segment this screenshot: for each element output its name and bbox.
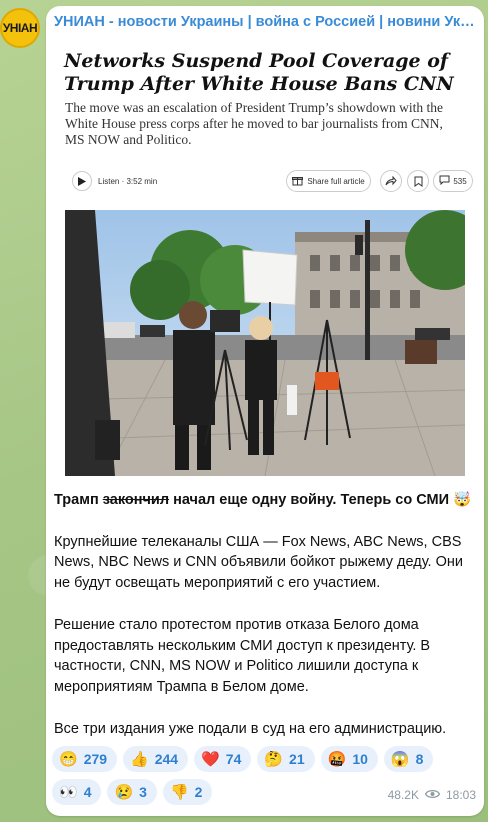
reaction-count: 74	[225, 751, 242, 767]
bookmark-icon	[407, 170, 429, 192]
thumbs-down-emoji: 👎	[169, 784, 189, 801]
reaction-count: 4	[83, 784, 92, 800]
article-photo	[65, 210, 465, 476]
heart-emoji: ❤️	[201, 751, 220, 768]
reaction-thumbs-up[interactable]: 👍 244	[123, 746, 189, 772]
crying-emoji: 😢	[114, 784, 134, 801]
reaction-heart[interactable]: ❤️ 74	[194, 746, 252, 772]
gift-icon	[292, 175, 304, 188]
reaction-thinking[interactable]: 🤔 21	[257, 746, 315, 772]
grin-emoji: 😁	[59, 751, 78, 768]
thinking-emoji: 🤔	[264, 751, 284, 768]
post-paragraph-1: Крупнейшие телеканалы США — Fox News, AB…	[54, 533, 463, 592]
comment-icon	[439, 175, 450, 187]
reaction-grin[interactable]: 😁 279	[52, 746, 118, 772]
article-screenshot[interactable]: Networks Suspend Pool Coverage of Trump …	[54, 40, 476, 482]
listen-button: Listen · 3:52 min	[72, 171, 157, 191]
channel-avatar[interactable]: УНІАН	[0, 8, 40, 48]
eye-icon	[424, 788, 441, 802]
reaction-count: 2	[194, 784, 203, 800]
share-article-button: Share full article	[286, 170, 371, 192]
comments-count: 535	[453, 176, 467, 186]
lead-before: Трамп	[54, 492, 103, 508]
article-dek: The move was an escalation of President …	[65, 100, 443, 147]
swearing-emoji: 🤬	[327, 751, 347, 768]
reaction-count: 279	[83, 751, 108, 767]
post-text: Трамп закончил начал еще одну войну. Теп…	[54, 490, 476, 760]
views-count: 48.2K	[387, 788, 419, 802]
reaction-thumbs-down[interactable]: 👎 2	[162, 779, 213, 805]
share-article-label: Share full article	[307, 176, 365, 186]
reaction-swearing[interactable]: 🤬 10	[320, 746, 378, 772]
reaction-eyes[interactable]: 👀 4	[52, 779, 102, 805]
mind-blown-emoji: 🤯	[453, 492, 472, 508]
message-time: 18:03	[445, 788, 476, 802]
listen-label: Listen · 3:52 min	[98, 176, 158, 186]
post-paragraph-3: Все три издания уже подали в суд на его …	[54, 720, 447, 737]
reaction-count: 10	[352, 751, 368, 767]
thumbs-up-emoji: 👍	[130, 751, 149, 768]
lead-struck: закончил	[102, 492, 170, 508]
message-meta: 48.2K 18:03	[388, 788, 476, 802]
article-toolbar: Listen · 3:52 min Share full article 535	[65, 167, 475, 195]
reaction-count: 21	[289, 751, 305, 767]
reaction-count: 3	[139, 784, 147, 800]
play-icon	[72, 171, 92, 191]
reaction-scream[interactable]: 😱 8	[383, 746, 434, 772]
post-lead: Трамп закончил начал еще одну войну. Теп…	[54, 490, 476, 511]
eyes-emoji: 👀	[59, 784, 78, 801]
scream-emoji: 😱	[390, 751, 410, 768]
lead-after: начал еще одну войну. Теперь со СМИ	[169, 492, 450, 508]
article-headline: Networks Suspend Pool Coverage of Trump …	[64, 50, 454, 95]
reaction-crying[interactable]: 😢 3	[107, 779, 157, 805]
share-arrow-icon	[380, 170, 402, 192]
reaction-count: 8	[415, 751, 424, 767]
channel-name[interactable]: УНИАН - новости Украины | война с Россие…	[54, 14, 476, 30]
post-paragraph-2: Решение стало протестом против отказа Бе…	[54, 616, 431, 696]
message-bubble: УНИАН - новости Украины | война с Россие…	[46, 6, 484, 816]
reaction-count: 244	[154, 751, 179, 767]
comments-button: 535	[433, 170, 473, 192]
